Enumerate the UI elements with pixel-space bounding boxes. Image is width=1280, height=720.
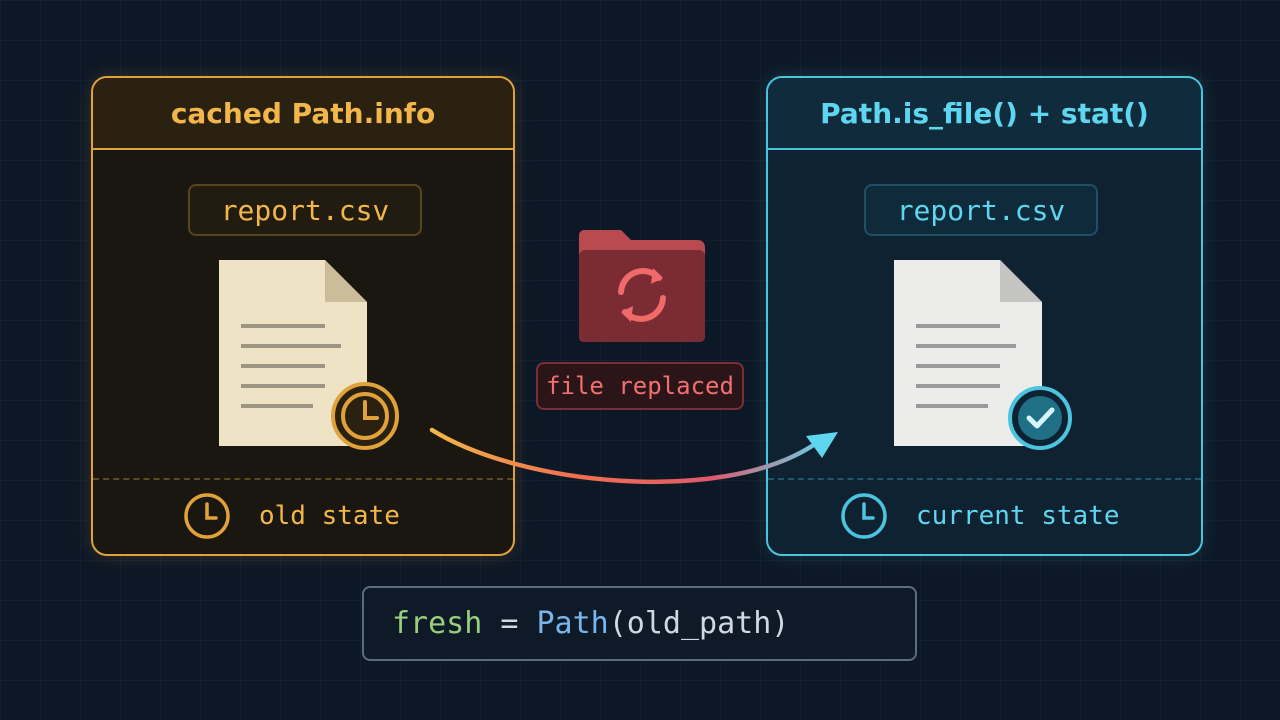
- code-operator: =: [482, 606, 537, 641]
- code-snippet: fresh = Path(old_path): [362, 586, 917, 661]
- code-variable: fresh: [392, 606, 483, 641]
- code-class: Path: [536, 606, 609, 641]
- code-arguments: (old_path): [608, 606, 790, 641]
